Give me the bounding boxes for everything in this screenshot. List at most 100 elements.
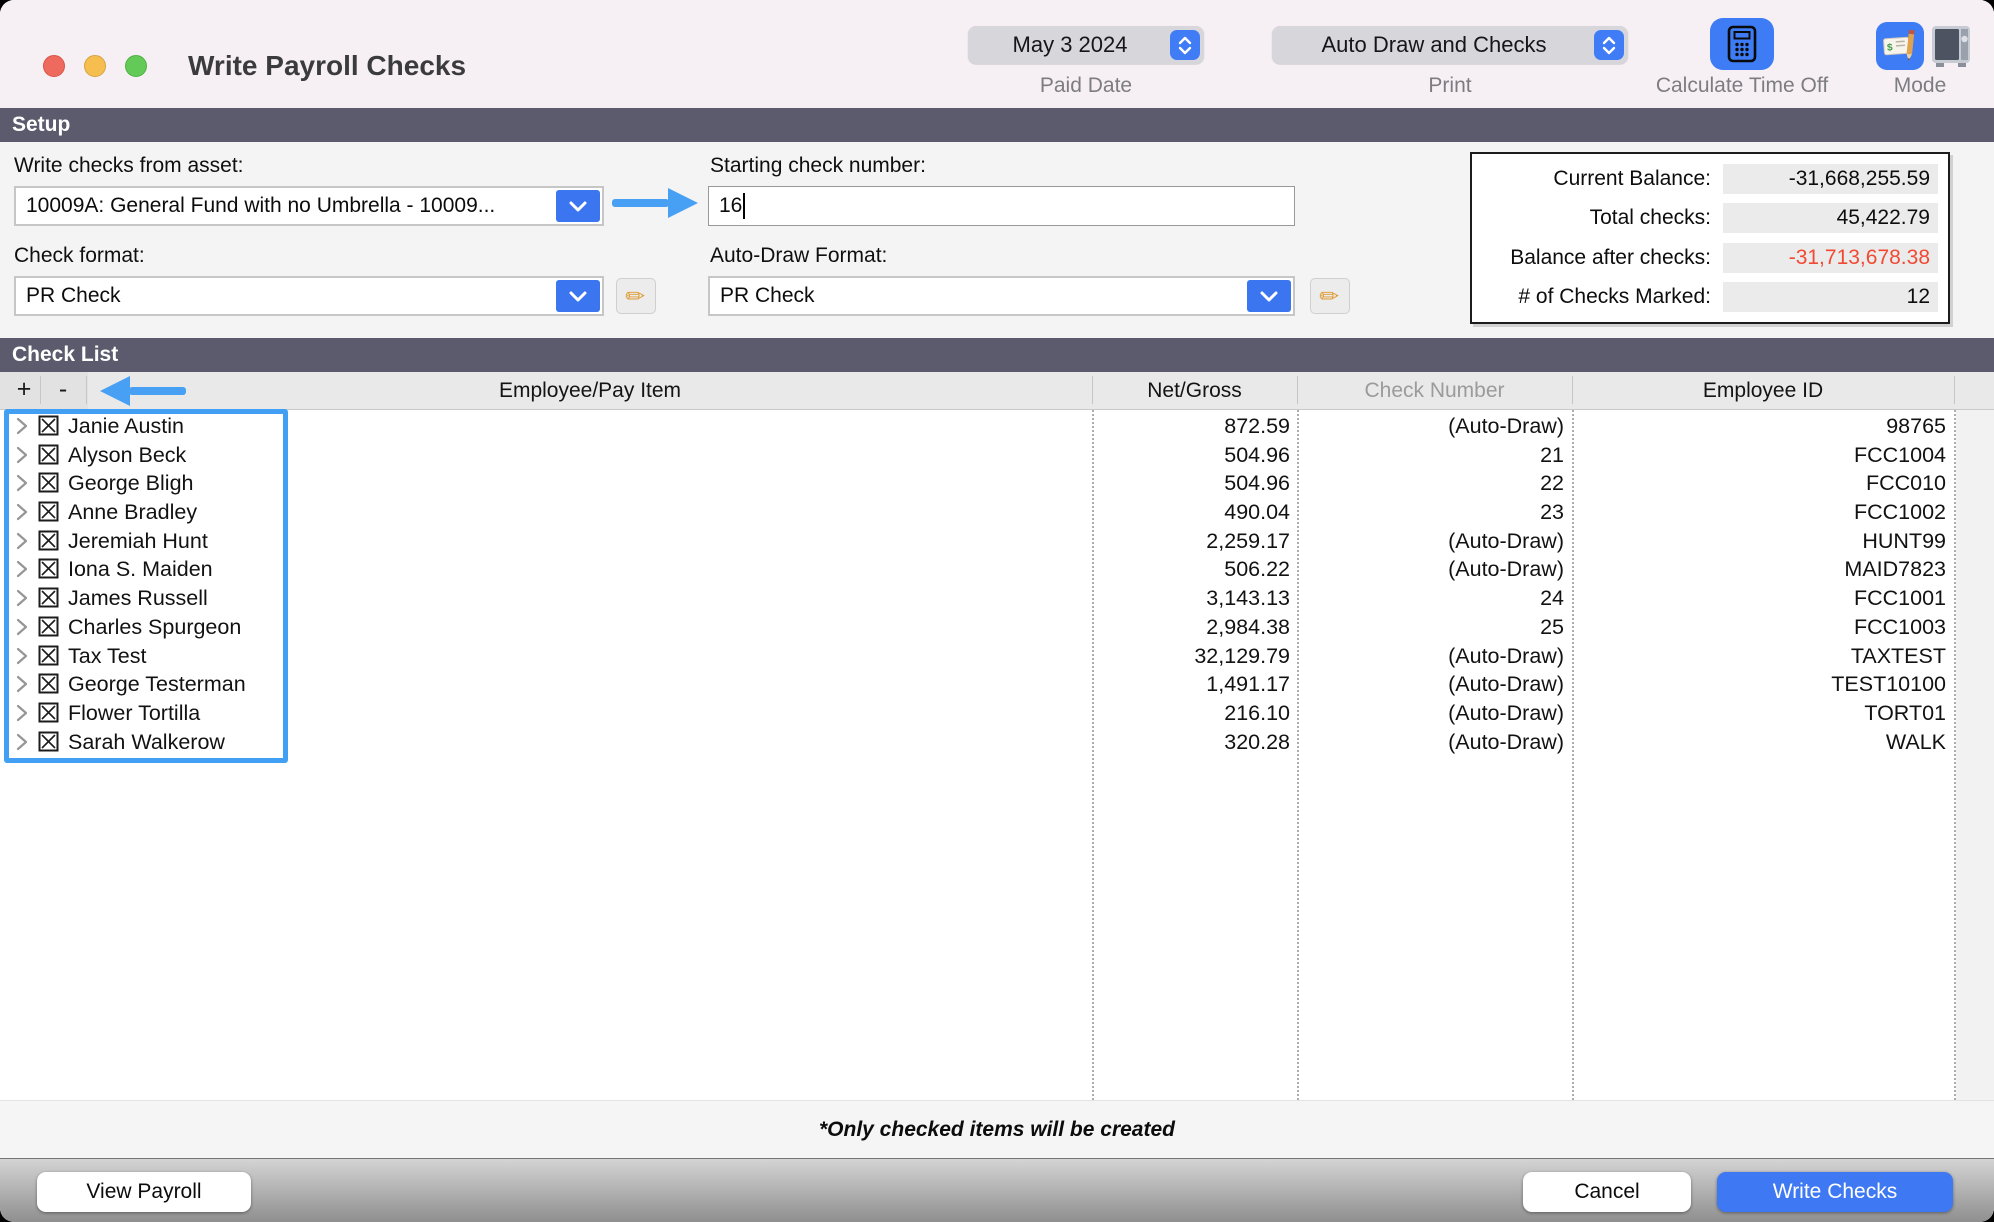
edit-check-format-button[interactable]: ✎ xyxy=(616,278,656,314)
column-header-check-number[interactable]: Check Number xyxy=(1297,372,1572,409)
header-separator xyxy=(86,376,87,404)
employee-id-value: TEST10100 xyxy=(1572,672,1946,697)
check-number-value: 21 xyxy=(1297,443,1564,468)
asset-value: 10009A: General Fund with no Umbrella - … xyxy=(16,194,556,218)
paid-date-value: May 3 2024 xyxy=(968,32,1162,58)
disclosure-chevron-icon[interactable] xyxy=(16,618,28,636)
balance-summary-box: Current Balance: -31,668,255.59 Total ch… xyxy=(1470,152,1950,324)
disclosure-chevron-icon[interactable] xyxy=(16,560,28,578)
annotation-arrow-left xyxy=(98,374,186,408)
net-gross-value: 32,129.79 xyxy=(1092,644,1290,669)
chevron-down-icon xyxy=(1247,280,1291,312)
footnote: *Only checked items will be created xyxy=(0,1100,1994,1158)
row-checkbox[interactable] xyxy=(38,673,59,694)
row-checkbox[interactable] xyxy=(38,501,59,522)
column-header-employee-id[interactable]: Employee ID xyxy=(1572,372,1954,409)
zoom-window-button[interactable] xyxy=(125,55,147,77)
summary-row: Current Balance: -31,668,255.59 xyxy=(1482,162,1938,196)
table-row[interactable]: George Testerman 1,491.17 (Auto-Draw) TE… xyxy=(0,670,1994,699)
table-row[interactable]: Tax Test 32,129.79 (Auto-Draw) TAXTEST xyxy=(0,642,1994,671)
check-number-value: (Auto-Draw) xyxy=(1297,557,1564,582)
disclosure-chevron-icon[interactable] xyxy=(16,733,28,751)
employee-name: Flower Tortilla xyxy=(68,701,200,726)
cancel-button[interactable]: Cancel xyxy=(1523,1172,1691,1212)
check-format-dropdown[interactable]: PR Check xyxy=(14,276,604,316)
row-checkbox[interactable] xyxy=(38,415,59,436)
table-row[interactable]: Flower Tortilla 216.10 (Auto-Draw) TORT0… xyxy=(0,699,1994,728)
setup-area: Write checks from asset: 10009A: General… xyxy=(0,142,1994,338)
table-row[interactable]: Sarah Walkerow 320.28 (Auto-Draw) WALK xyxy=(0,728,1994,757)
check-list-section-header: Check List xyxy=(0,338,1994,372)
check-number-value: (Auto-Draw) xyxy=(1297,672,1564,697)
print-value: Auto Draw and Checks xyxy=(1272,32,1586,58)
row-checkbox[interactable] xyxy=(38,444,59,465)
column-header-employee-pay-item[interactable]: Employee/Pay Item xyxy=(88,372,1092,409)
check-list-table-body: Janie Austin 872.59 (Auto-Draw) 98765 Al… xyxy=(0,410,1994,1100)
print-label: Print xyxy=(1272,74,1628,98)
disclosure-chevron-icon[interactable] xyxy=(16,647,28,665)
employee-id-value: HUNT99 xyxy=(1572,529,1946,554)
disclosure-chevron-icon[interactable] xyxy=(16,503,28,521)
total-checks-label: Total checks: xyxy=(1482,206,1723,230)
pencil-icon: ✎ xyxy=(620,280,653,313)
calculate-time-off-label: Calculate Time Off xyxy=(1630,74,1854,98)
remove-row-button[interactable]: - xyxy=(48,372,78,409)
row-checkbox[interactable] xyxy=(38,587,59,608)
close-window-button[interactable] xyxy=(43,55,65,77)
edit-auto-draw-format-button[interactable]: ✎ xyxy=(1310,278,1350,314)
net-gross-value: 320.28 xyxy=(1092,730,1290,755)
employee-name: Iona S. Maiden xyxy=(68,557,213,582)
table-row[interactable]: Iona S. Maiden 506.22 (Auto-Draw) MAID78… xyxy=(0,555,1994,584)
check-format-label: Check format: xyxy=(14,244,145,268)
employee-id-value: FCC1003 xyxy=(1572,615,1946,640)
table-row[interactable]: Charles Spurgeon 2,984.38 25 FCC1003 xyxy=(0,613,1994,642)
disclosure-chevron-icon[interactable] xyxy=(16,704,28,722)
row-checkbox[interactable] xyxy=(38,645,59,666)
disclosure-chevron-icon[interactable] xyxy=(16,675,28,693)
starting-check-number-label: Starting check number: xyxy=(710,154,926,178)
asset-dropdown[interactable]: 10009A: General Fund with no Umbrella - … xyxy=(14,186,604,226)
disclosure-chevron-icon[interactable] xyxy=(16,532,28,550)
setup-section-header: Setup xyxy=(0,108,1994,142)
table-row[interactable]: Anne Bradley 490.04 23 FCC1002 xyxy=(0,498,1994,527)
summary-row: Balance after checks: -31,713,678.38 xyxy=(1482,241,1938,275)
column-header-net-gross[interactable]: Net/Gross xyxy=(1092,372,1297,409)
row-checkbox[interactable] xyxy=(38,530,59,551)
row-checkbox[interactable] xyxy=(38,558,59,579)
annotation-arrow-right xyxy=(612,186,700,220)
row-checkbox[interactable] xyxy=(38,472,59,493)
disclosure-chevron-icon[interactable] xyxy=(16,417,28,435)
employee-id-value: TAXTEST xyxy=(1572,644,1946,669)
paid-date-popup[interactable]: May 3 2024 xyxy=(968,26,1204,64)
starting-check-number-input[interactable]: 16 xyxy=(708,186,1295,226)
table-row[interactable]: James Russell 3,143.13 24 FCC1001 xyxy=(0,584,1994,613)
minimize-window-button[interactable] xyxy=(84,55,106,77)
table-row[interactable]: George Bligh 504.96 22 FCC010 xyxy=(0,469,1994,498)
calculator-icon xyxy=(1727,25,1757,63)
row-checkbox[interactable] xyxy=(38,702,59,723)
vault-mode-icon[interactable] xyxy=(1930,24,1972,68)
write-checks-button[interactable]: Write Checks xyxy=(1717,1172,1953,1212)
employee-name: Sarah Walkerow xyxy=(68,730,225,755)
add-row-button[interactable]: + xyxy=(9,372,39,409)
write-payroll-checks-window: Write Payroll Checks May 3 2024 Paid Dat… xyxy=(0,0,1994,1222)
disclosure-chevron-icon[interactable] xyxy=(16,474,28,492)
table-row[interactable]: Janie Austin 872.59 (Auto-Draw) 98765 xyxy=(0,412,1994,441)
print-popup[interactable]: Auto Draw and Checks xyxy=(1272,26,1628,64)
bottom-bar: View Payroll Cancel Write Checks xyxy=(0,1158,1994,1222)
view-payroll-button[interactable]: View Payroll xyxy=(37,1172,251,1212)
total-checks-value: 45,422.79 xyxy=(1723,203,1938,233)
disclosure-chevron-icon[interactable] xyxy=(16,446,28,464)
table-row[interactable]: Alyson Beck 504.96 21 FCC1004 xyxy=(0,441,1994,470)
employee-name: James Russell xyxy=(68,586,208,611)
calculate-time-off-button[interactable] xyxy=(1710,18,1774,70)
employee-id-value: FCC1002 xyxy=(1572,500,1946,525)
starting-check-number-value: 16 xyxy=(719,194,742,218)
auto-draw-format-dropdown[interactable]: PR Check xyxy=(708,276,1295,316)
table-row[interactable]: Jeremiah Hunt 2,259.17 (Auto-Draw) HUNT9… xyxy=(0,527,1994,556)
row-checkbox[interactable] xyxy=(38,731,59,752)
disclosure-chevron-icon[interactable] xyxy=(16,589,28,607)
employee-id-value: TORT01 xyxy=(1572,701,1946,726)
row-checkbox[interactable] xyxy=(38,616,59,637)
payroll-check-mode-button[interactable]: $ xyxy=(1876,22,1924,70)
